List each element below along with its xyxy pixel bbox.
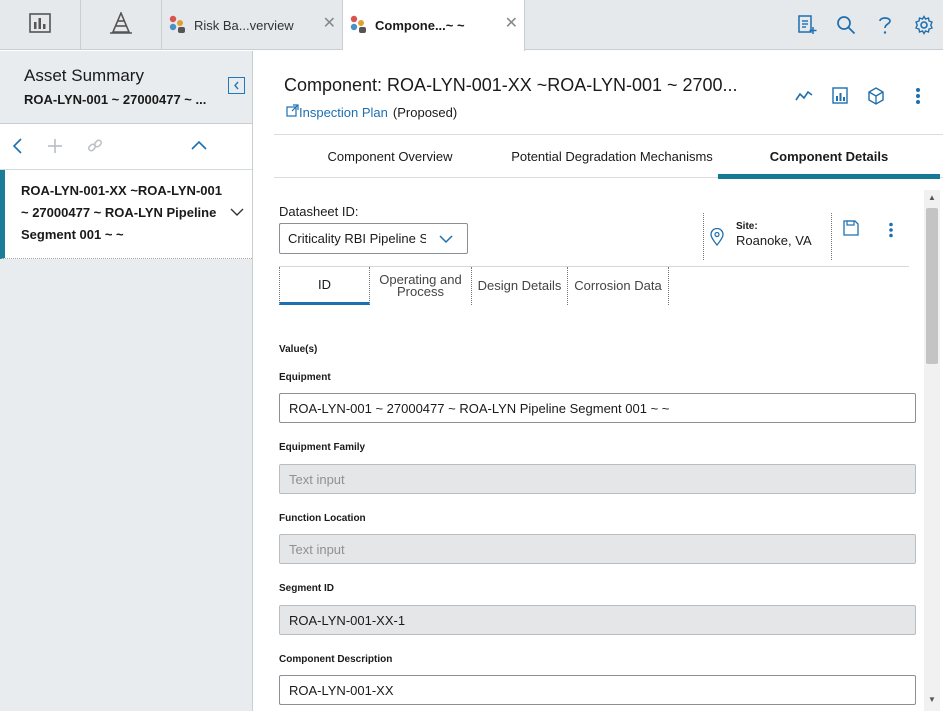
scrollbar[interactable]: ▲ ▼ [924,190,940,711]
inspection-plan-link[interactable]: Inspection Plan [299,105,388,120]
chevron-up-icon[interactable] [190,136,208,161]
global-actions [787,0,943,50]
settings-icon[interactable] [904,15,943,35]
back-icon[interactable] [12,136,24,161]
add-icon[interactable] [47,136,63,161]
search-icon[interactable] [826,15,865,35]
main-content: Component: ROA-LYN-001-XX ~ROA-LYN-001 ~… [254,51,943,711]
site-label: Site: [736,221,758,232]
datasheet-content: Datasheet ID: Criticality RBI Pipeline S… [274,190,924,711]
equipment-field[interactable]: ROA-LYN-001 ~ 27000477 ~ ROA-LYN Pipelin… [279,393,916,423]
asset-item-label: ROA-LYN-001-XX ~ROA-LYN-001 ~ 27000477 ~… [21,183,222,242]
tab-component-overview[interactable]: Component Overview [274,135,506,178]
collapse-left-icon[interactable] [228,77,245,94]
asset-hierarchy-button[interactable] [81,0,162,50]
component-description-field[interactable]: ROA-LYN-001-XX [279,675,916,705]
page-title: Component: ROA-LYN-001-XX ~ROA-LYN-001 ~… [284,75,738,95]
tab-component-details[interactable]: Component Details [718,135,940,179]
asset-list-item[interactable]: ROA-LYN-001-XX ~ROA-LYN-001 ~ 27000477 ~… [0,170,252,259]
asset-summary-header: Asset Summary ROA-LYN-001 ~ 27000477 ~ .… [0,51,252,124]
values-label: Value(s) [279,344,318,355]
function-location-field[interactable]: Text input [279,534,916,564]
risk-app-icon [349,14,369,37]
close-icon[interactable]: ✕ [505,16,518,32]
scroll-up-icon[interactable]: ▲ [928,193,936,202]
scrollbar-thumb[interactable] [926,208,938,364]
chevron-down-icon [439,232,453,247]
more-vertical-icon[interactable] [915,87,921,105]
equipment-family-label: Equipment Family [279,442,366,453]
page-actions [777,87,921,105]
datasheet-select-value: Criticality RBI Pipeline Se [288,231,426,246]
subtab-operating-and-process[interactable]: Operating and Process [370,267,472,305]
chevron-down-icon[interactable] [230,202,244,224]
more-vertical-icon[interactable] [888,222,894,243]
location-pin-icon [710,227,724,251]
tab-label: Risk Ba...verview [194,17,294,33]
panel-subtitle: ROA-LYN-001 ~ 27000477 ~ ... [24,92,207,107]
component-tabs: Component Overview Potential Degradation… [274,134,943,179]
tab-potential-degradation-mechanisms[interactable]: Potential Degradation Mechanisms [506,135,718,178]
tab-component[interactable]: Compone...~ ~ ✕ [343,0,525,51]
dashboard-icon [29,12,51,38]
inspection-plan-row: Inspection Plan (Proposed) [286,104,457,120]
save-icon[interactable] [843,220,859,241]
asset-hierarchy-icon [109,10,133,39]
inspection-plan-state: (Proposed) [392,104,458,120]
segment-id-label: Segment ID [279,583,335,594]
site-info: Site: Roanoke, VA [703,213,832,260]
tab-label: Compone...~ ~ [375,18,465,33]
panel-toolbar [0,124,252,170]
risk-app-icon [168,14,188,37]
dashboard-button[interactable] [0,0,81,50]
help-icon[interactable] [865,15,904,35]
trend-icon[interactable] [795,89,813,103]
function-location-label: Function Location [279,513,366,524]
segment-id-field[interactable]: ROA-LYN-001-XX-1 [279,605,916,635]
asset-summary-panel: Asset Summary ROA-LYN-001 ~ 27000477 ~ .… [0,51,253,711]
equipment-label: Equipment [279,372,331,383]
new-record-icon[interactable] [787,15,826,35]
top-bar: Risk Ba...verview ✕ Compone...~ ~ ✕ [0,0,943,51]
datasheet-select[interactable]: Criticality RBI Pipeline Se [279,223,468,254]
component-description-label: Component Description [279,654,393,665]
subtab-design-details[interactable]: Design Details [472,267,568,305]
datasheet-id-label: Datasheet ID: [279,204,359,219]
subtab-corrosion-data[interactable]: Corrosion Data [568,267,669,305]
subtab-id[interactable]: ID [279,267,370,305]
site-value: Roanoke, VA [736,233,812,248]
cube-icon[interactable] [867,87,885,105]
report-icon[interactable] [831,87,849,105]
equipment-family-field[interactable]: Text input [279,464,916,494]
panel-title: Asset Summary [24,66,144,85]
external-link-icon [286,104,299,120]
tab-risk-overview[interactable]: Risk Ba...verview ✕ [162,0,343,50]
close-icon[interactable]: ✕ [323,16,336,32]
scroll-down-icon[interactable]: ▼ [928,695,936,704]
link-icon[interactable] [87,136,103,161]
